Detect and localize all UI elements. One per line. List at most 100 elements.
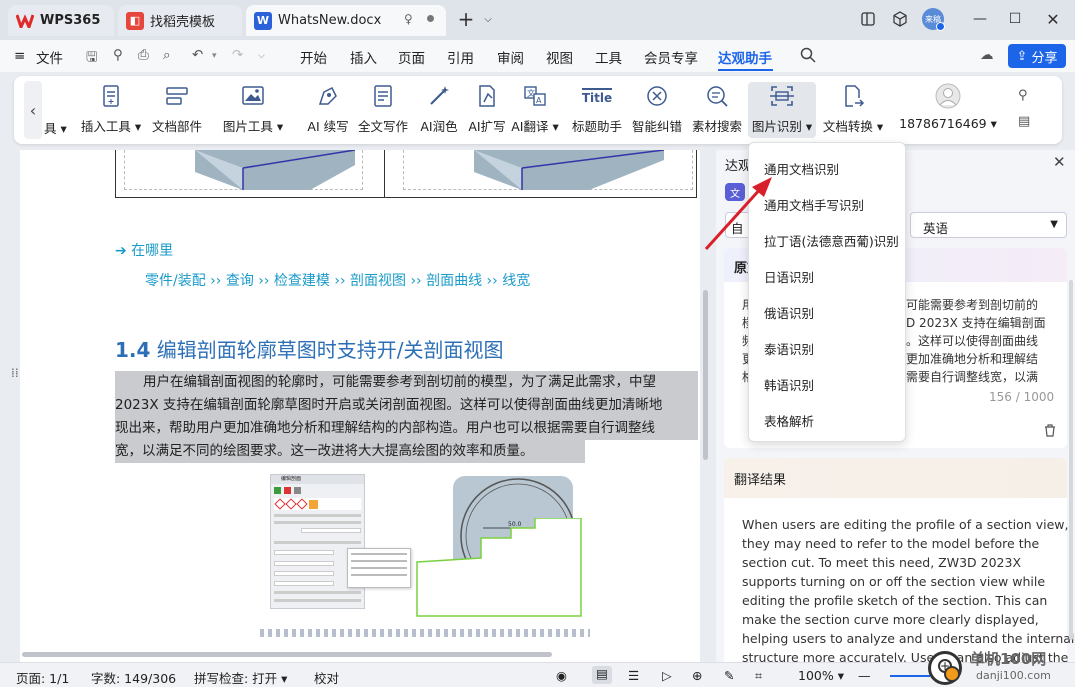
zoom-fit-icon[interactable]: ⌗ xyxy=(755,668,762,684)
ribbon-label: 素材搜索 xyxy=(691,119,742,134)
trash-icon[interactable] xyxy=(1044,424,1056,437)
word-count[interactable]: 字数: 149/306 xyxy=(91,668,176,687)
share-button[interactable]: ⇪ 分享 xyxy=(1008,44,1066,68)
eye-icon[interactable]: ◉ xyxy=(556,668,567,683)
cloud-icon[interactable]: ☁ xyxy=(980,47,994,63)
breadcrumb-path[interactable]: 零件/装配 ›› 查询 ›› 检查建模 ›› 剖面视图 ›› 剖面曲线 ›› 线… xyxy=(145,270,530,290)
unsaved-dot-icon[interactable] xyxy=(427,15,434,22)
result-title: 翻译结果 xyxy=(724,458,1067,498)
menu-start[interactable]: 开始 xyxy=(300,47,327,67)
smart-correct-button[interactable]: 智能纠错 xyxy=(630,82,684,138)
ribbon-label: 18786716469 xyxy=(899,116,987,131)
new-tab-icon[interactable]: + xyxy=(456,7,476,31)
drag-handle-icon[interactable]: ⁞⁞ xyxy=(11,367,19,379)
body-paragraph[interactable]: 用户在编辑剖面视图的轮廓时，可能需要参考到剖切前的模型，为了满足此需求，中望 2… xyxy=(115,371,698,463)
menu-daguan-assistant[interactable]: 达观助手 xyxy=(718,47,772,67)
menu-page[interactable]: 页面 xyxy=(398,47,425,67)
doc-parts-button[interactable]: 文档部件 xyxy=(148,82,206,138)
doc-convert-icon xyxy=(841,82,865,110)
preview-icon[interactable]: ⌕ xyxy=(163,47,171,63)
tab-wps365[interactable]: WPS365 xyxy=(8,5,114,36)
minimize-icon[interactable]: — xyxy=(970,9,990,29)
menu-tools[interactable]: 工具 xyxy=(595,47,622,67)
doc-h-scrollbar[interactable] xyxy=(22,652,552,657)
title-assistant-button[interactable]: Title 标题助手 xyxy=(570,82,624,138)
menu-review[interactable]: 审阅 xyxy=(497,47,524,67)
doc-convert-button[interactable]: 文档转换 ▾ xyxy=(820,82,886,138)
image-recognition-button[interactable]: 图片识别 ▾ xyxy=(748,82,816,138)
target-lang-select[interactable]: 英语 ▼ xyxy=(910,212,1067,238)
insert-tool-button[interactable]: 插入工具 ▾ xyxy=(78,82,144,138)
share-label: 分享 xyxy=(1031,50,1058,66)
more-dropdown-icon[interactable]: ⌵ xyxy=(258,51,265,61)
proofread-button[interactable]: 校对 xyxy=(314,668,339,687)
menu-item-table-parse[interactable]: 表格解析 xyxy=(764,411,814,430)
char-count: 156 / 1000 xyxy=(989,390,1055,404)
tab-whatsnew[interactable]: W WhatsNew.docx ♀ xyxy=(246,5,446,36)
menu-file[interactable]: 文件 xyxy=(36,47,63,67)
print-icon[interactable]: ⎙ xyxy=(138,47,149,63)
image-tool-button[interactable]: 图片工具 ▾ xyxy=(220,82,286,138)
zoom-out-icon[interactable]: — xyxy=(858,668,871,683)
panel-close-icon[interactable]: ✕ xyxy=(1053,153,1066,171)
cube-icon[interactable] xyxy=(890,9,910,29)
layout-icon[interactable] xyxy=(858,9,878,29)
menu-insert[interactable]: 插入 xyxy=(350,47,377,67)
paragraph-line: 2023X 支持在编辑剖面轮廓草图时开启或关闭剖面视图。这样可以使得剖面曲线更加… xyxy=(115,394,698,417)
share-icon: ⇪ xyxy=(1016,48,1028,64)
ai-expand-button[interactable]: AI扩写 xyxy=(464,82,510,138)
page-view-icon[interactable]: ▤ xyxy=(592,666,612,684)
account-button[interactable]: 18786716469 ▾ xyxy=(899,82,997,138)
zoom-level[interactable]: 100% ▾ xyxy=(798,668,844,683)
search-icon[interactable] xyxy=(800,47,816,63)
panel-scrollbar[interactable] xyxy=(1069,280,1073,640)
result-text[interactable]: When users are editing the profile of a … xyxy=(742,515,1074,662)
figure-context-menu xyxy=(347,548,411,588)
ribbon-scroll-left-icon[interactable]: ‹ xyxy=(24,81,42,139)
pin-icon[interactable]: ♀ xyxy=(404,12,413,26)
list-icon[interactable]: ☰ xyxy=(628,668,639,683)
watermark: + 单机100网 danji100.com xyxy=(928,645,1074,687)
chevron-down-icon: ▼ xyxy=(1050,219,1058,230)
menu-view[interactable]: 视图 xyxy=(546,47,573,67)
annotation-arrow xyxy=(704,177,772,251)
document-page[interactable]: ➔ 在哪里 零件/装配 ›› 查询 ›› 检查建模 ›› 剖面视图 ›› 剖面曲… xyxy=(20,150,700,662)
heading-text: 编辑剖面轮廓草图时支持开/关剖面视图 xyxy=(156,338,504,362)
zoom-slider[interactable] xyxy=(890,675,930,677)
chevron-down-icon[interactable]: ⌵ xyxy=(478,9,498,29)
menu-item-japanese-ocr[interactable]: 日语识别 xyxy=(764,267,814,286)
undo-dropdown-icon[interactable]: ▾ xyxy=(212,51,217,61)
menu-reference[interactable]: 引用 xyxy=(447,47,474,67)
full-writing-button[interactable]: 全文写作 xyxy=(356,82,410,138)
link-icon[interactable]: ⚲ xyxy=(113,47,123,63)
redo-icon[interactable]: ↷ xyxy=(232,47,243,63)
tab-template[interactable]: ◧ 找稻壳模板 xyxy=(118,5,242,36)
profile-sketch-image xyxy=(416,518,582,617)
doc-scrollbar[interactable] xyxy=(703,290,708,460)
material-search-button[interactable]: 素材搜索 xyxy=(690,82,744,138)
ribbon-partial-item[interactable]: 具 ▾ xyxy=(44,118,67,137)
undo-icon[interactable]: ↶ xyxy=(192,47,203,63)
page-indicator[interactable]: 页面: 1/1 xyxy=(16,668,69,687)
ai-continue-button[interactable]: AI 续写 xyxy=(302,82,354,138)
ai-polish-button[interactable]: AI润色 xyxy=(416,82,462,138)
menu-item-latin-ocr[interactable]: 拉丁语(法德意西葡)识别 xyxy=(764,231,899,250)
play-icon[interactable]: ▷ xyxy=(662,668,672,683)
message-icon[interactable]: ▤ xyxy=(1018,114,1030,129)
help-icon[interactable]: ⚲ xyxy=(1018,88,1028,103)
menu-item-thai-ocr[interactable]: 泰语识别 xyxy=(764,339,814,358)
save-icon[interactable]: 🖫 xyxy=(86,47,98,70)
spell-check[interactable]: 拼写检查: 打开 ▾ xyxy=(194,668,287,687)
source-text-right[interactable]: 可能需要参考到剖切前的 D 2023X 支持在编辑剖面 。这样可以使得剖面曲线 … xyxy=(906,296,1046,386)
pen-icon[interactable]: ✎ xyxy=(724,668,734,683)
avatar[interactable]: 来稿 xyxy=(922,8,945,31)
maximize-icon[interactable]: ☐ xyxy=(1005,9,1025,29)
hamburger-icon[interactable]: ≡ xyxy=(14,48,25,64)
close-icon[interactable]: ✕ xyxy=(1043,9,1063,29)
ai-translate-button[interactable]: 文A AI翻译 ▾ xyxy=(511,82,559,138)
globe-icon[interactable]: ⊕ xyxy=(692,668,702,683)
menu-member[interactable]: 会员专享 xyxy=(644,47,698,67)
menu-item-russian-ocr[interactable]: 俄语识别 xyxy=(764,303,814,322)
menu-item-korean-ocr[interactable]: 韩语识别 xyxy=(764,375,814,394)
badge-icon xyxy=(936,22,945,31)
